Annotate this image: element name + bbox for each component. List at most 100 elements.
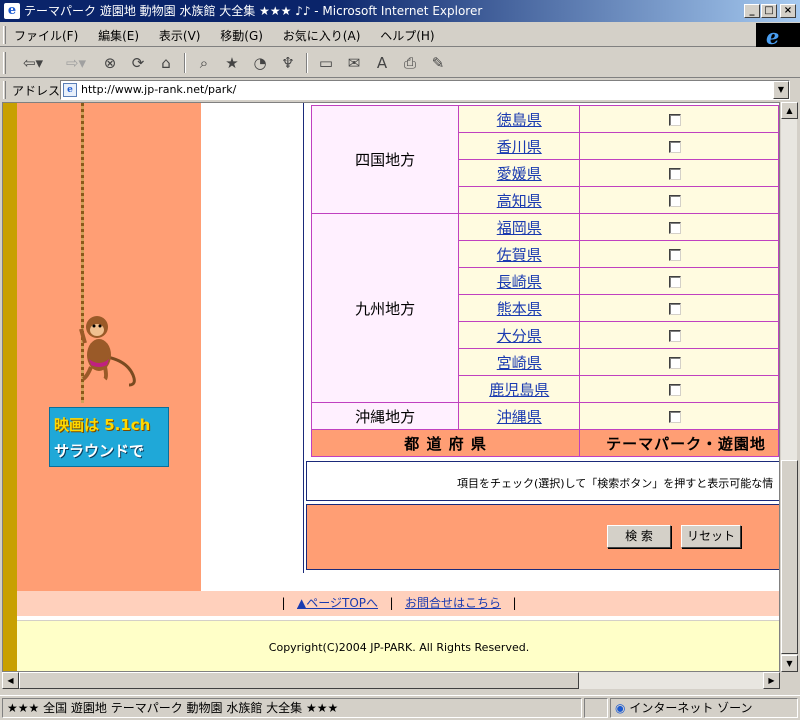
toolbar-separator — [306, 53, 308, 73]
checkbox-okinawa[interactable] — [669, 410, 682, 423]
scroll-down-icon[interactable]: ▼ — [781, 655, 798, 672]
page-top-link[interactable]: ▲ページTOPへ — [297, 596, 378, 610]
checkbox-kagawa[interactable] — [669, 140, 682, 153]
menu-edit[interactable]: 編集(E) — [98, 29, 139, 43]
pref-cell: 愛媛県 — [458, 159, 581, 187]
history-icon[interactable]: ◔ — [248, 52, 272, 74]
checkbox-miyazaki[interactable] — [669, 356, 682, 369]
table-row: 九州地方 福岡県 — [310, 213, 779, 403]
globe-icon: ◉ — [615, 701, 626, 715]
checkbox-cell — [579, 186, 779, 214]
pref-cell: 大分県 — [458, 321, 581, 349]
status-text: ★★★ 全国 遊園地 テーマパーク 動物園 水族館 大全集 ★★★ — [2, 698, 582, 718]
checkbox-cell — [579, 240, 779, 268]
vertical-scrollbar[interactable]: ▲ ▼ — [780, 102, 798, 672]
checkbox-kumamoto[interactable] — [669, 302, 682, 315]
minimize-button[interactable]: _ — [744, 4, 760, 18]
status-blank-pane — [584, 698, 608, 718]
checkbox-kochi[interactable] — [669, 194, 682, 207]
address-dropdown-icon[interactable]: ▼ — [773, 81, 789, 99]
edit-icon[interactable]: ✎ — [426, 52, 450, 74]
vertical-scroll-thumb[interactable] — [781, 460, 798, 654]
menu-file[interactable]: ファイル(F) — [14, 29, 78, 43]
address-input[interactable]: e http://www.jp-rank.net/park/ ▼ — [60, 80, 790, 100]
maximize-button[interactable]: □ — [761, 4, 777, 18]
home-icon[interactable]: ⌂ — [154, 52, 178, 74]
instruction-box: 項目をチェック(選択)して「検索ボタン」を押すと表示可能な情 — [306, 461, 779, 501]
pref-cell: 佐賀県 — [458, 240, 581, 268]
back-icon[interactable]: ⇦▾ — [14, 52, 52, 74]
forward-icon[interactable]: ⇨▾ — [58, 52, 94, 74]
region-shikoku: 四国地方 — [310, 105, 460, 214]
pref-cell: 長崎県 — [458, 267, 581, 295]
checkbox-fukuoka[interactable] — [669, 221, 682, 234]
checkbox-tokushima[interactable] — [669, 113, 682, 126]
close-button[interactable]: × — [780, 4, 796, 18]
scroll-right-icon[interactable]: ▶ — [763, 672, 780, 689]
menu-go[interactable]: 移動(G) — [220, 29, 263, 43]
pref-cell: 鹿児島県 — [458, 375, 581, 403]
copyright-footer: Copyright(C)2004 JP-PARK. All Rights Res… — [17, 620, 779, 671]
checkbox-ehime[interactable] — [669, 167, 682, 180]
search-form-panel: 検 索 リセット — [306, 504, 779, 570]
toolbar-grip[interactable] — [3, 52, 6, 74]
pref-link-okinawa[interactable]: 沖縄県 — [497, 408, 542, 426]
print-icon[interactable]: ⎙ — [398, 52, 422, 74]
nav-separator: | — [389, 596, 394, 610]
surround-ad-banner[interactable]: 映画は 5.1ch サラウンドで — [49, 407, 169, 467]
pref-cell: 福岡県 — [458, 213, 581, 241]
zone-pane: ◉ インターネット ゾーン — [610, 698, 798, 718]
checkbox-cell — [579, 348, 779, 376]
checkbox-oita[interactable] — [669, 329, 682, 342]
scroll-left-icon[interactable]: ◀ — [2, 672, 19, 689]
table-row: 四国地方 徳島県 — [310, 105, 779, 214]
banner-line1: 映画は 5.1ch — [54, 416, 151, 434]
mail-icon[interactable]: ✉ — [342, 52, 366, 74]
ie-page-icon: e — [4, 3, 20, 19]
contact-link[interactable]: お問合せはこちら — [405, 596, 501, 610]
pref-link-kochi[interactable]: 高知県 — [497, 192, 542, 210]
table-footer-row: 都 道 府 県 テーマパーク・遊園地 — [310, 429, 779, 457]
pref-link-tokushima[interactable]: 徳島県 — [497, 111, 542, 129]
window-title-bar[interactable]: e テーマパーク 遊園地 動物園 水族館 大全集 ★★★ ♪♪ - Micros… — [0, 0, 800, 22]
left-border-strip — [3, 103, 17, 671]
checkbox-cell — [579, 105, 779, 133]
scroll-up-icon[interactable]: ▲ — [781, 102, 798, 119]
pref-link-miyazaki[interactable]: 宮崎県 — [497, 354, 542, 372]
stop-icon[interactable]: ⊗ — [98, 52, 122, 74]
footer-prefecture-header: 都 道 府 県 — [310, 429, 581, 457]
pref-link-fukuoka[interactable]: 福岡県 — [497, 219, 542, 237]
nav-separator: | — [281, 596, 286, 610]
checkbox-cell — [579, 132, 779, 160]
pref-link-oita[interactable]: 大分県 — [497, 327, 542, 345]
checkbox-kagoshima[interactable] — [669, 383, 682, 396]
search-icon[interactable]: ⌕ — [192, 52, 216, 74]
favorites-icon[interactable]: ★ — [220, 52, 244, 74]
prefecture-selection-table: 四国地方 徳島県 香川県 愛媛県 高知県 九州地方 福岡県 佐賀県 長崎県 熊本… — [310, 105, 779, 457]
pref-link-kumamoto[interactable]: 熊本県 — [497, 300, 542, 318]
horizontal-scroll-thumb[interactable] — [19, 672, 579, 689]
font-size-icon[interactable]: A — [370, 52, 394, 74]
menu-favorites[interactable]: お気に入り(A) — [283, 29, 361, 43]
pref-link-saga[interactable]: 佐賀県 — [497, 246, 542, 264]
reset-button[interactable]: リセット — [681, 525, 741, 548]
toolbar-grip[interactable] — [3, 26, 6, 44]
horizontal-scrollbar[interactable]: ◀ ▶ — [2, 672, 780, 689]
menu-view[interactable]: 表示(V) — [159, 29, 201, 43]
search-button[interactable]: 検 索 — [607, 525, 671, 548]
address-url[interactable]: http://www.jp-rank.net/park/ — [81, 83, 236, 96]
menu-help[interactable]: ヘルプ(H) — [380, 29, 434, 43]
refresh-icon[interactable]: ⟳ — [126, 52, 150, 74]
address-bar: アドレス e http://www.jp-rank.net/park/ ▼ — [0, 79, 800, 101]
pref-link-kagoshima[interactable]: 鹿児島県 — [489, 381, 549, 399]
pref-link-ehime[interactable]: 愛媛県 — [497, 165, 542, 183]
toolbar-grip[interactable] — [3, 81, 6, 99]
pref-link-nagasaki[interactable]: 長崎県 — [497, 273, 542, 291]
pref-cell: 沖縄県 — [458, 402, 581, 430]
fullscreen-icon[interactable]: ▭ — [314, 52, 338, 74]
checkbox-nagasaki[interactable] — [669, 275, 682, 288]
checkbox-saga[interactable] — [669, 248, 682, 261]
pref-link-kagawa[interactable]: 香川県 — [497, 138, 542, 156]
channels-icon[interactable]: ♆ — [276, 52, 300, 74]
spacer-column — [201, 103, 303, 591]
